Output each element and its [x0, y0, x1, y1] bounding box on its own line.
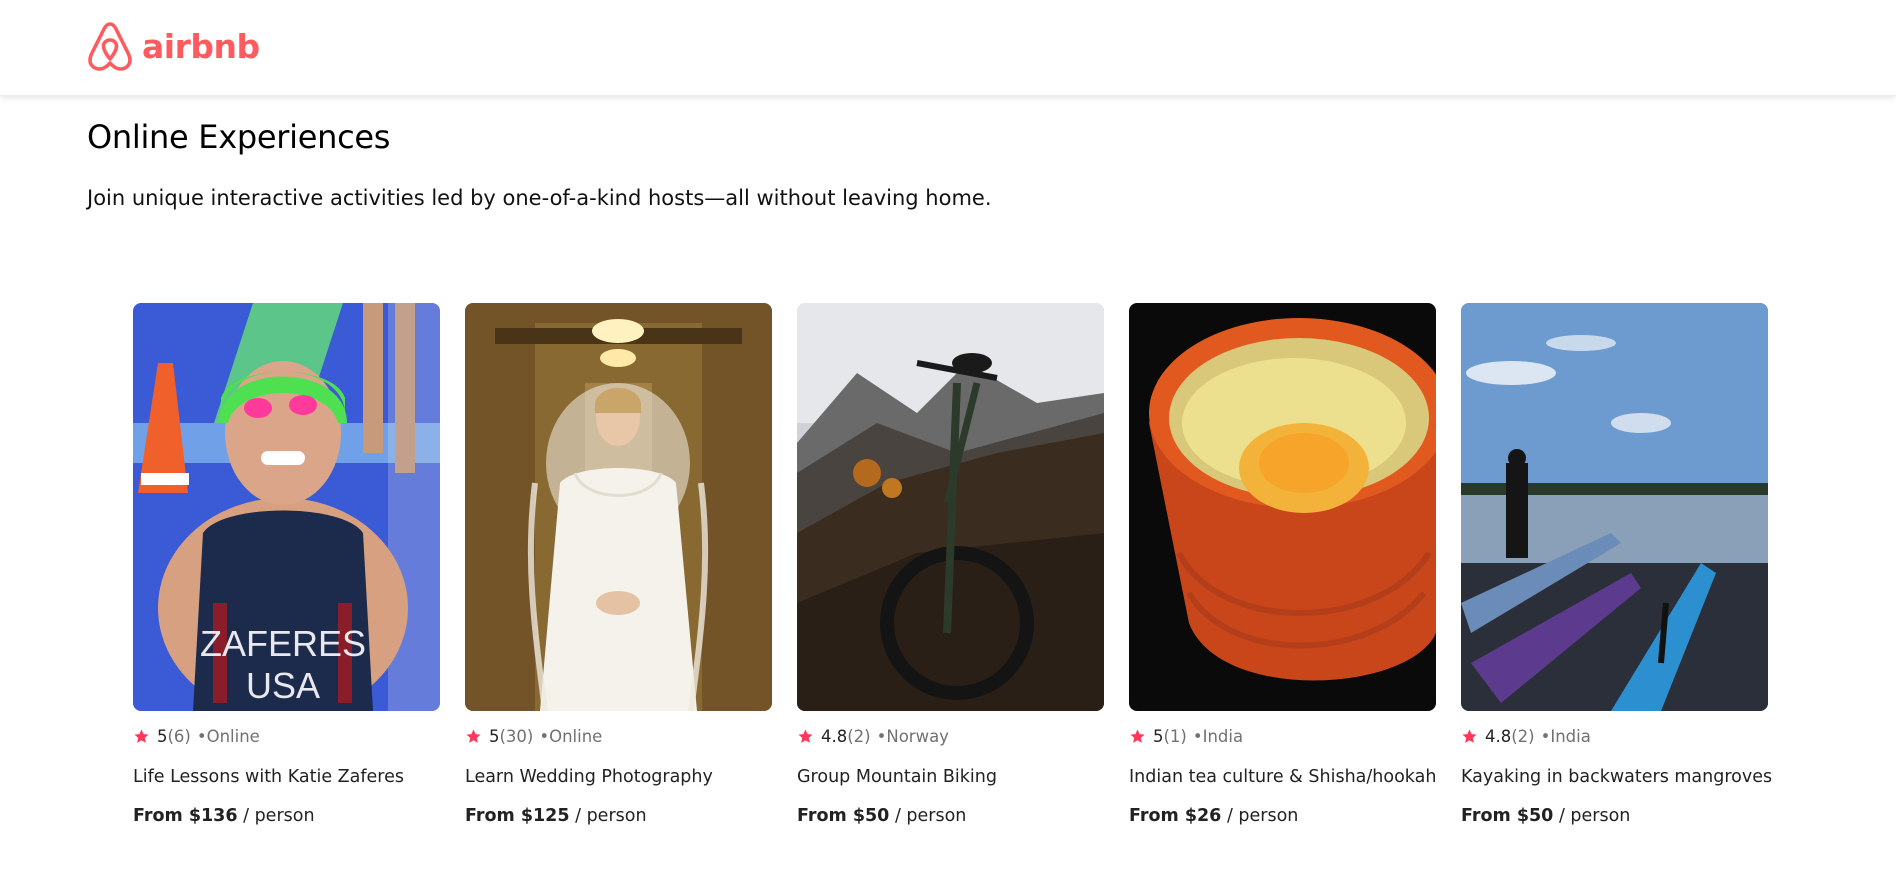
- experience-title[interactable]: Group Mountain Biking: [797, 767, 1104, 787]
- swimmer-photo-icon: ZAFERES USA: [133, 303, 440, 711]
- location-label: •Online: [196, 726, 260, 746]
- price-unit: / person: [243, 806, 315, 826]
- experience-card[interactable]: 5 (1) •India Indian tea culture & Shisha…: [1129, 303, 1436, 826]
- svg-text:ZAFERES: ZAFERES: [200, 623, 366, 664]
- rating-row: 5 (30) •Online: [465, 725, 772, 747]
- experience-photo[interactable]: [1129, 303, 1436, 711]
- rating-value: 5: [157, 726, 168, 746]
- review-count: (6): [167, 726, 191, 746]
- airbnb-logo-link[interactable]: airbnb: [86, 20, 260, 72]
- experience-card[interactable]: ZAFERES USA 5 (6) •Online Life Lessons w…: [133, 303, 440, 826]
- price-unit: / person: [894, 806, 967, 826]
- price-unit: / person: [575, 806, 647, 826]
- price-label: From $26 / person: [1129, 806, 1436, 826]
- experience-card[interactable]: 5 (30) •Online Learn Wedding Photography…: [465, 303, 772, 826]
- review-count: (30): [499, 726, 534, 746]
- experience-photo[interactable]: [797, 303, 1104, 711]
- experience-card[interactable]: 4.8 (2) •Norway Group Mountain Biking Fr…: [797, 303, 1104, 826]
- review-count: (2): [847, 726, 871, 746]
- price-unit: / person: [1226, 806, 1299, 826]
- price-label: From $136 / person: [133, 806, 440, 826]
- location-label: •India: [1540, 726, 1591, 746]
- review-count: (1): [1163, 726, 1187, 746]
- rating-value: 5: [1153, 726, 1164, 746]
- rating-row: 4.8 (2) •Norway: [797, 725, 1104, 747]
- rating-value: 4.8: [1485, 726, 1512, 746]
- kayaks-photo-icon: [1461, 303, 1768, 711]
- experience-card[interactable]: 4.8 (2) •India Kayaking in backwaters ma…: [1461, 303, 1772, 826]
- experience-title[interactable]: Learn Wedding Photography: [465, 767, 772, 787]
- experience-title[interactable]: Life Lessons with Katie Zaferes: [133, 767, 440, 787]
- rating-value: 5: [489, 726, 500, 746]
- star-icon: [1462, 728, 1477, 743]
- chai-cup-photo-icon: [1129, 303, 1436, 711]
- page-title: Online Experiences: [87, 118, 391, 156]
- rating-row: 5 (6) •Online: [133, 725, 440, 747]
- price-label: From $50 / person: [797, 806, 1104, 826]
- price-amount: From $50: [1461, 806, 1554, 826]
- airbnb-logo-icon: [88, 22, 132, 71]
- price-label: From $125 / person: [465, 806, 772, 826]
- mountain-bike-photo-icon: [797, 303, 1104, 711]
- location-label: •India: [1192, 726, 1244, 746]
- bride-photo-icon: [465, 303, 772, 711]
- experience-photo[interactable]: [465, 303, 772, 711]
- logo-wordmark: airbnb: [142, 26, 260, 66]
- rating-row: 4.8 (2) •India: [1461, 725, 1768, 747]
- svg-text:USA: USA: [246, 665, 320, 706]
- experience-photo[interactable]: ZAFERES USA: [133, 303, 440, 711]
- location-label: •Norway: [876, 726, 949, 746]
- review-count: (2): [1511, 726, 1535, 746]
- experience-title[interactable]: Indian tea culture & Shisha/hookah: [1129, 767, 1436, 787]
- price-unit: / person: [1558, 806, 1631, 826]
- price-label: From $50 / person: [1461, 806, 1768, 826]
- price-amount: From $125: [465, 806, 570, 826]
- star-icon: [1130, 728, 1145, 743]
- price-amount: From $26: [1129, 806, 1222, 826]
- page-subtitle: Join unique interactive activities led b…: [87, 186, 992, 210]
- experience-title[interactable]: Kayaking in backwaters mangroves: [1461, 767, 1772, 787]
- location-label: •Online: [539, 726, 603, 746]
- site-header: airbnb: [0, 0, 1896, 96]
- star-icon: [466, 728, 481, 743]
- experience-cards: ZAFERES USA 5 (6) •Online Life Lessons w…: [133, 303, 1772, 826]
- price-amount: From $50: [797, 806, 890, 826]
- rating-row: 5 (1) •India: [1129, 725, 1436, 747]
- star-icon: [134, 728, 149, 743]
- experience-photo[interactable]: [1461, 303, 1768, 711]
- rating-value: 4.8: [821, 726, 848, 746]
- price-amount: From $136: [133, 806, 238, 826]
- star-icon: [798, 728, 813, 743]
